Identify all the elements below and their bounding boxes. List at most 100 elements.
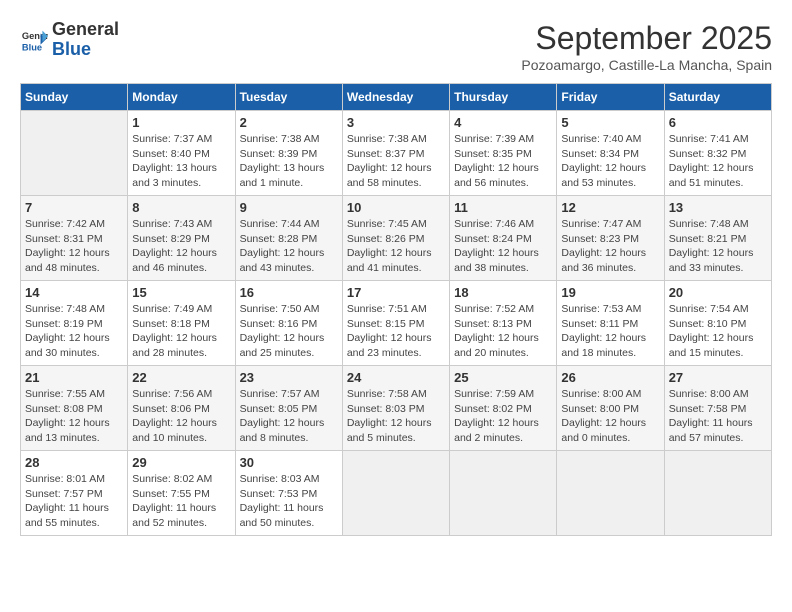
logo-icon: General Blue: [20, 26, 48, 54]
day-info: Sunrise: 7:53 AMSunset: 8:11 PMDaylight:…: [561, 302, 659, 361]
title-block: September 2025 Pozoamargo, Castille-La M…: [521, 20, 772, 73]
weekday-header-cell: Tuesday: [235, 84, 342, 111]
calendar-day-cell: 12 Sunrise: 7:47 AMSunset: 8:23 PMDayligh…: [557, 196, 664, 281]
calendar-week-row: 28 Sunrise: 8:01 AMSunset: 7:57 PMDayligh…: [21, 451, 772, 536]
day-info: Sunrise: 7:54 AMSunset: 8:10 PMDaylight:…: [669, 302, 767, 361]
calendar-day-cell: 13 Sunrise: 7:48 AMSunset: 8:21 PMDayligh…: [664, 196, 771, 281]
day-info: Sunrise: 7:38 AMSunset: 8:39 PMDaylight:…: [240, 132, 338, 191]
day-info: Sunrise: 7:38 AMSunset: 8:37 PMDaylight:…: [347, 132, 445, 191]
day-info: Sunrise: 7:40 AMSunset: 8:34 PMDaylight:…: [561, 132, 659, 191]
logo: General Blue General Blue: [20, 20, 119, 60]
day-info: Sunrise: 7:58 AMSunset: 8:03 PMDaylight:…: [347, 387, 445, 446]
svg-text:Blue: Blue: [22, 42, 42, 52]
day-info: Sunrise: 8:02 AMSunset: 7:55 PMDaylight:…: [132, 472, 230, 531]
day-info: Sunrise: 7:46 AMSunset: 8:24 PMDaylight:…: [454, 217, 552, 276]
day-number: 14: [25, 285, 123, 300]
month-title: September 2025: [521, 20, 772, 57]
calendar-day-cell: 22Sunrise: 7:56 AMSunset: 8:06 PMDayligh…: [128, 366, 235, 451]
day-number: 26: [561, 370, 659, 385]
calendar-day-cell: 19 Sunrise: 7:53 AMSunset: 8:11 PMDayligh…: [557, 281, 664, 366]
calendar-day-cell: 8 Sunrise: 7:43 AMSunset: 8:29 PMDaylight…: [128, 196, 235, 281]
calendar-day-cell: 5 Sunrise: 7:40 AMSunset: 8:34 PMDaylight…: [557, 111, 664, 196]
calendar-day-cell: 3 Sunrise: 7:38 AMSunset: 8:37 PMDaylight…: [342, 111, 449, 196]
day-number: 6: [669, 115, 767, 130]
calendar-week-row: 1Sunrise: 7:37 AMSunset: 8:40 PMDaylight…: [21, 111, 772, 196]
calendar-body: 1Sunrise: 7:37 AMSunset: 8:40 PMDaylight…: [21, 111, 772, 536]
day-info: Sunrise: 7:57 AMSunset: 8:05 PMDaylight:…: [240, 387, 338, 446]
day-info: Sunrise: 8:03 AMSunset: 7:53 PMDaylight:…: [240, 472, 338, 531]
weekday-header-cell: Monday: [128, 84, 235, 111]
weekday-header-cell: Saturday: [664, 84, 771, 111]
day-info: Sunrise: 7:37 AMSunset: 8:40 PMDaylight:…: [132, 132, 230, 191]
calendar-day-cell: 17 Sunrise: 7:51 AMSunset: 8:15 PMDayligh…: [342, 281, 449, 366]
day-number: 4: [454, 115, 552, 130]
calendar-day-cell: 9Sunrise: 7:44 AMSunset: 8:28 PMDaylight…: [235, 196, 342, 281]
calendar-day-cell: 23Sunrise: 7:57 AMSunset: 8:05 PMDayligh…: [235, 366, 342, 451]
day-number: 10: [347, 200, 445, 215]
logo-text: General Blue: [52, 20, 119, 60]
day-info: Sunrise: 7:51 AMSunset: 8:15 PMDaylight:…: [347, 302, 445, 361]
calendar-day-cell: 18 Sunrise: 7:52 AMSunset: 8:13 PMDayligh…: [450, 281, 557, 366]
day-number: 11: [454, 200, 552, 215]
calendar-day-cell: 4 Sunrise: 7:39 AMSunset: 8:35 PMDaylight…: [450, 111, 557, 196]
weekday-header-cell: Wednesday: [342, 84, 449, 111]
calendar-day-cell: 14 Sunrise: 7:48 AMSunset: 8:19 PMDayligh…: [21, 281, 128, 366]
day-number: 28: [25, 455, 123, 470]
weekday-header-cell: Friday: [557, 84, 664, 111]
calendar-table: SundayMondayTuesdayWednesdayThursdayFrid…: [20, 83, 772, 536]
day-number: 30: [240, 455, 338, 470]
day-number: 21: [25, 370, 123, 385]
day-number: 7: [25, 200, 123, 215]
calendar-day-cell: 25 Sunrise: 7:59 AMSunset: 8:02 PMDayligh…: [450, 366, 557, 451]
calendar-day-cell: 27 Sunrise: 8:00 AMSunset: 7:58 PMDayligh…: [664, 366, 771, 451]
day-info: Sunrise: 7:50 AMSunset: 8:16 PMDaylight:…: [240, 302, 338, 361]
calendar-week-row: 21Sunrise: 7:55 AMSunset: 8:08 PMDayligh…: [21, 366, 772, 451]
calendar-day-cell: 15Sunrise: 7:49 AMSunset: 8:18 PMDayligh…: [128, 281, 235, 366]
page-header: General Blue General Blue September 2025…: [20, 20, 772, 73]
day-number: 16: [240, 285, 338, 300]
day-number: 13: [669, 200, 767, 215]
day-info: Sunrise: 8:00 AMSunset: 7:58 PMDaylight:…: [669, 387, 767, 446]
day-number: 25: [454, 370, 552, 385]
day-info: Sunrise: 7:59 AMSunset: 8:02 PMDaylight:…: [454, 387, 552, 446]
day-number: 19: [561, 285, 659, 300]
calendar-day-cell: 26Sunrise: 8:00 AMSunset: 8:00 PMDayligh…: [557, 366, 664, 451]
day-info: Sunrise: 7:42 AMSunset: 8:31 PMDaylight:…: [25, 217, 123, 276]
day-info: Sunrise: 7:48 AMSunset: 8:21 PMDaylight:…: [669, 217, 767, 276]
calendar-day-cell: 10Sunrise: 7:45 AMSunset: 8:26 PMDayligh…: [342, 196, 449, 281]
day-number: 5: [561, 115, 659, 130]
calendar-day-cell: [557, 451, 664, 536]
calendar-day-cell: 30 Sunrise: 8:03 AMSunset: 7:53 PMDayligh…: [235, 451, 342, 536]
weekday-header-cell: Sunday: [21, 84, 128, 111]
day-number: 29: [132, 455, 230, 470]
calendar-day-cell: 16 Sunrise: 7:50 AMSunset: 8:16 PMDayligh…: [235, 281, 342, 366]
day-info: Sunrise: 8:01 AMSunset: 7:57 PMDaylight:…: [25, 472, 123, 531]
day-info: Sunrise: 7:48 AMSunset: 8:19 PMDaylight:…: [25, 302, 123, 361]
day-info: Sunrise: 7:43 AMSunset: 8:29 PMDaylight:…: [132, 217, 230, 276]
day-info: Sunrise: 7:47 AMSunset: 8:23 PMDaylight:…: [561, 217, 659, 276]
day-number: 27: [669, 370, 767, 385]
calendar-day-cell: [664, 451, 771, 536]
day-number: 8: [132, 200, 230, 215]
calendar-day-cell: 11 Sunrise: 7:46 AMSunset: 8:24 PMDayligh…: [450, 196, 557, 281]
calendar-week-row: 7 Sunrise: 7:42 AMSunset: 8:31 PMDaylight…: [21, 196, 772, 281]
day-number: 3: [347, 115, 445, 130]
day-number: 15: [132, 285, 230, 300]
calendar-day-cell: 29 Sunrise: 8:02 AMSunset: 7:55 PMDayligh…: [128, 451, 235, 536]
weekday-header-cell: Thursday: [450, 84, 557, 111]
day-number: 12: [561, 200, 659, 215]
day-number: 9: [240, 200, 338, 215]
calendar-day-cell: 24Sunrise: 7:58 AMSunset: 8:03 PMDayligh…: [342, 366, 449, 451]
calendar-week-row: 14 Sunrise: 7:48 AMSunset: 8:19 PMDayligh…: [21, 281, 772, 366]
calendar-day-cell: 1Sunrise: 7:37 AMSunset: 8:40 PMDaylight…: [128, 111, 235, 196]
day-info: Sunrise: 7:56 AMSunset: 8:06 PMDaylight:…: [132, 387, 230, 446]
weekday-header-row: SundayMondayTuesdayWednesdayThursdayFrid…: [21, 84, 772, 111]
calendar-day-cell: [342, 451, 449, 536]
location-subtitle: Pozoamargo, Castille-La Mancha, Spain: [521, 57, 772, 73]
day-number: 17: [347, 285, 445, 300]
calendar-day-cell: 21Sunrise: 7:55 AMSunset: 8:08 PMDayligh…: [21, 366, 128, 451]
day-number: 18: [454, 285, 552, 300]
day-number: 20: [669, 285, 767, 300]
day-info: Sunrise: 7:39 AMSunset: 8:35 PMDaylight:…: [454, 132, 552, 191]
day-info: Sunrise: 7:52 AMSunset: 8:13 PMDaylight:…: [454, 302, 552, 361]
